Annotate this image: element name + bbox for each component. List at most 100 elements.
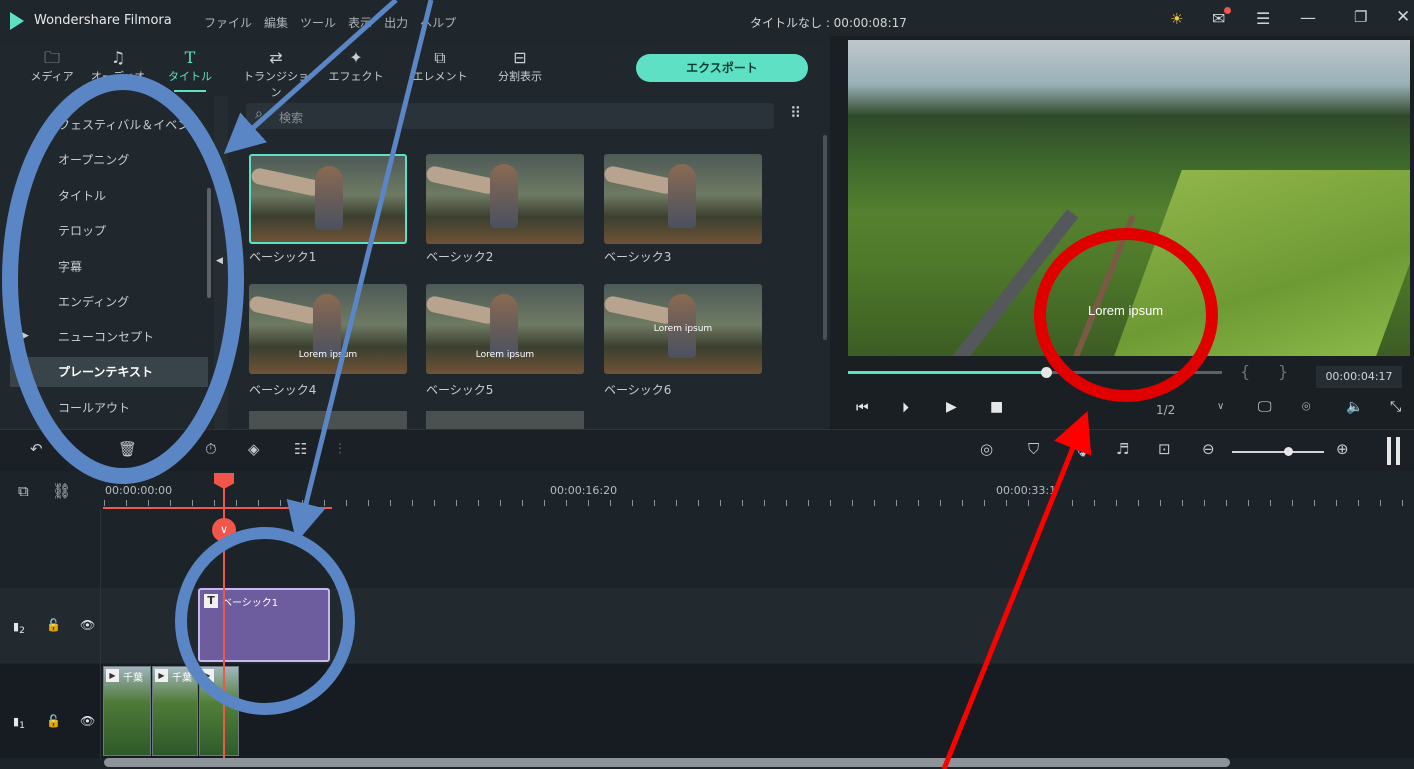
collapse-arrow-icon[interactable]: ◀ bbox=[216, 256, 223, 266]
title-thumb-basic5[interactable]: Lorem ipsum bbox=[426, 284, 584, 374]
fullscreen-icon[interactable]: ⤡ bbox=[1390, 399, 1401, 415]
render-icon[interactable]: ◎ bbox=[980, 440, 993, 458]
menu-help[interactable]: ヘルプ bbox=[420, 16, 456, 30]
play-back-icon[interactable]: ⏵ bbox=[902, 400, 909, 416]
link-icon[interactable]: ⛓ bbox=[52, 482, 71, 500]
preview-timecode: 00:00:04:17 bbox=[1316, 366, 1402, 388]
title-clip[interactable]: T ベーシック1 bbox=[198, 588, 330, 662]
library-scrollbar[interactable] bbox=[823, 135, 827, 340]
preview-progress-fill bbox=[848, 371, 1047, 374]
thumb-label: ベーシック6 bbox=[604, 383, 672, 397]
thumb-caption: Lorem ipsum bbox=[475, 350, 535, 360]
category-subtitles[interactable]: 字幕 bbox=[18, 252, 208, 282]
pause-indicator-icon bbox=[1396, 437, 1400, 465]
menu-edit[interactable]: 編集 bbox=[264, 16, 288, 30]
title-thumb-basic6[interactable]: Lorem ipsum bbox=[604, 284, 762, 374]
category-opening[interactable]: オープニング bbox=[18, 145, 208, 175]
audio-mixer-icon[interactable]: ♬ bbox=[1116, 440, 1129, 458]
window-title: タイトルなし : 00:00:08:17 bbox=[750, 16, 907, 30]
chevron-down-icon[interactable]: ∨ bbox=[1217, 401, 1224, 412]
filmora-window: Wondershare Filmora ファイル 編集 ツール 表示 出力 ヘルプ タイト… bbox=[0, 0, 1414, 769]
delete-icon[interactable]: 🗑 bbox=[118, 440, 137, 458]
category-festival[interactable]: フェスティバル＆イベント bbox=[18, 110, 208, 140]
play-clip-icon: ▶ bbox=[106, 669, 119, 682]
category-new-concept[interactable]: ニューコンセプト bbox=[18, 322, 208, 352]
road bbox=[931, 209, 1079, 356]
prev-frame-icon[interactable]: ⏮ bbox=[856, 400, 869, 416]
title-thumb-basic1[interactable] bbox=[249, 154, 407, 244]
eye-icon[interactable]: 👁 bbox=[80, 714, 95, 728]
menu-tools[interactable]: ツール bbox=[300, 16, 336, 30]
split-screen-icon: ⊟ bbox=[513, 48, 527, 67]
search-box[interactable] bbox=[246, 103, 774, 129]
category-telop[interactable]: テロップ bbox=[18, 216, 208, 246]
search-icon: ⌕ bbox=[255, 106, 263, 122]
keyframe-icon[interactable]: ◈ bbox=[248, 440, 260, 458]
category-ending[interactable]: エンディング bbox=[18, 287, 208, 317]
microphone-icon[interactable]: 🎙 bbox=[1072, 440, 1091, 458]
mark-in-icon[interactable]: { bbox=[1240, 362, 1250, 381]
pause-indicator-icon bbox=[1387, 437, 1391, 465]
track-number: 1 bbox=[19, 720, 25, 732]
stop-icon[interactable]: ■ bbox=[990, 399, 1003, 415]
zoom-out-icon[interactable]: ⊖ bbox=[1202, 440, 1215, 458]
lock-icon[interactable]: 🔓 bbox=[46, 714, 61, 728]
lock-icon[interactable]: 🔓 bbox=[46, 618, 61, 632]
snapshot-icon[interactable]: ⌾ bbox=[1302, 399, 1310, 415]
zoom-in-icon[interactable]: ⊕ bbox=[1336, 440, 1349, 458]
search-input[interactable]: 検索 bbox=[279, 109, 303, 126]
add-track-icon[interactable]: ⧉ bbox=[18, 482, 29, 500]
app-name: Wondershare Filmora bbox=[34, 13, 172, 28]
title-thumb-basic3[interactable] bbox=[604, 154, 762, 244]
tab-audio[interactable]: ♫ オーディオ bbox=[80, 48, 156, 88]
volume-icon[interactable]: 🔈 bbox=[1346, 399, 1363, 415]
minimize-icon[interactable]: — bbox=[1300, 8, 1316, 27]
eye-icon[interactable]: 👁 bbox=[80, 618, 95, 632]
track-number: 2 bbox=[19, 625, 25, 637]
menu-export[interactable]: 出力 bbox=[384, 16, 408, 30]
tab-media[interactable]: 🗀 メディア bbox=[14, 48, 90, 88]
title-thumb-basic2[interactable] bbox=[426, 154, 584, 244]
fit-timeline-icon[interactable]: ⊡ bbox=[1158, 440, 1171, 458]
grid-view-icon[interactable]: ⠿ bbox=[790, 104, 801, 122]
ruler-time: 00:00:16:20 bbox=[550, 484, 618, 497]
category-callout[interactable]: コールアウト bbox=[18, 393, 208, 423]
export-button[interactable]: エクスポート bbox=[636, 54, 808, 82]
tab-split-screen[interactable]: ⊟ 分割表示 bbox=[482, 48, 558, 88]
thumb-label: ベーシック4 bbox=[249, 383, 317, 397]
tab-effects[interactable]: ✦ エフェクト bbox=[318, 48, 394, 88]
undo-icon[interactable]: ↶ bbox=[30, 440, 43, 458]
sidebar-scrollbar[interactable] bbox=[207, 188, 211, 298]
timer-icon[interactable]: ⏱ bbox=[205, 440, 217, 458]
lightbulb-icon[interactable]: ☀ bbox=[1170, 10, 1183, 28]
close-icon[interactable]: ✕ bbox=[1396, 7, 1410, 27]
timeline-scrollbar[interactable] bbox=[104, 758, 1230, 767]
display-icon[interactable]: 🖵 bbox=[1258, 399, 1272, 415]
playhead-marker[interactable]: ∨ bbox=[212, 518, 236, 542]
menu-list-icon[interactable]: ☰ bbox=[1256, 9, 1270, 28]
tab-transitions[interactable]: ⇄ トランジション bbox=[238, 48, 314, 99]
play-icon[interactable]: ▶ bbox=[946, 399, 957, 415]
adjust-icon[interactable]: ☷ bbox=[294, 440, 307, 458]
restore-icon[interactable]: ❐ bbox=[1354, 8, 1367, 26]
marker-icon[interactable]: ⛉ bbox=[1028, 440, 1039, 458]
transition-icon: ⇄ bbox=[269, 48, 283, 67]
menu-view[interactable]: 表示 bbox=[348, 16, 372, 30]
category-title[interactable]: タイトル bbox=[18, 181, 208, 211]
music-note-icon: ♫ bbox=[110, 48, 126, 67]
mark-out-icon[interactable]: } bbox=[1278, 362, 1288, 381]
title-thumb-basic4[interactable]: Lorem ipsum bbox=[249, 284, 407, 374]
effect-icon: ✦ bbox=[349, 48, 363, 67]
menu-file[interactable]: ファイル bbox=[204, 16, 252, 30]
zoom-slider-track[interactable] bbox=[1232, 451, 1324, 453]
zoom-select[interactable]: 1/2 bbox=[1156, 403, 1175, 417]
play-clip-icon: ▶ bbox=[155, 669, 168, 682]
audio-wave-icon[interactable]: ⫶ bbox=[338, 440, 342, 458]
title-thumb-partial[interactable] bbox=[426, 411, 584, 429]
category-plain-text[interactable]: プレーンテキスト bbox=[10, 357, 208, 387]
tab-elements[interactable]: ⧉ エレメント bbox=[402, 48, 478, 88]
title-thumb-partial[interactable] bbox=[249, 411, 407, 429]
tab-titles[interactable]: T タイトル bbox=[152, 48, 228, 92]
zoom-slider-handle[interactable] bbox=[1284, 447, 1293, 456]
preview-overlay-text: Lorem ipsum bbox=[1088, 303, 1164, 318]
